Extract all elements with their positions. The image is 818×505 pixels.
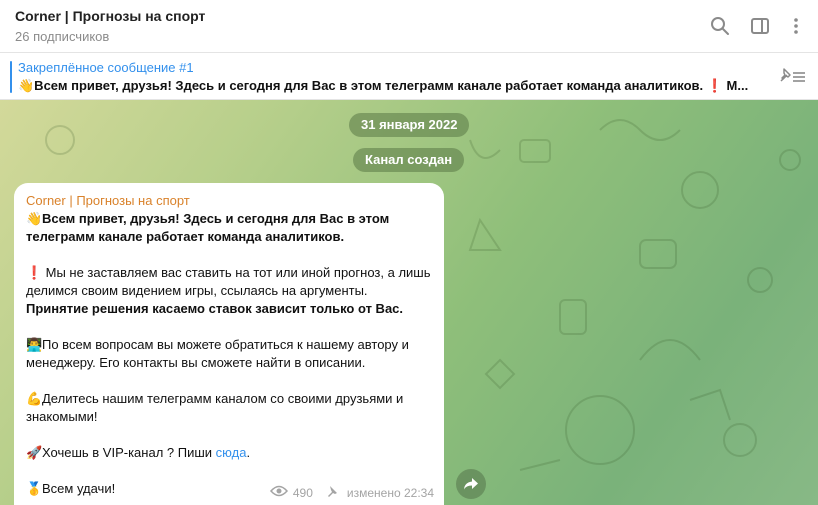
message-paragraph: Всем удачи! xyxy=(42,481,116,496)
pinned-title: Закреплённое сообщение #1 xyxy=(18,60,194,75)
message-bubble[interactable]: Corner | Прогнозы на спорт 👋Всем привет,… xyxy=(14,183,444,505)
message-paragraph: По всем вопросам вы можете обратиться к … xyxy=(26,337,409,370)
message-paragraph: Мы не заставляем вас ставить на тот или … xyxy=(26,265,431,298)
share-arrow-icon[interactable] xyxy=(456,469,486,499)
rocket-emoji: 🚀 xyxy=(26,445,43,460)
message-bold-line: Принятие решения касаемо ставок зависит … xyxy=(26,301,404,316)
message-paragraph: Делитесь нашим телеграмм каналом со свои… xyxy=(26,391,404,424)
pinned-message-bar[interactable]: Закреплённое сообщение #1 👋Всем привет, … xyxy=(0,53,818,100)
views-icon xyxy=(269,485,288,500)
date-separator: 31 января 2022 xyxy=(349,113,470,137)
pinned-preview: 👋Всем привет, друзья! Здесь и сегодня дл… xyxy=(18,78,749,93)
channel-title[interactable]: Corner | Прогнозы на спорт xyxy=(15,8,205,24)
message-paragraph: Хочешь в VIP-канал ? Пиши xyxy=(42,445,216,460)
pin-icon xyxy=(326,485,338,500)
edited-timestamp: изменено 22:34 xyxy=(346,485,434,500)
message-paragraph: Всем привет, друзья! Здесь и сегодня для… xyxy=(26,211,390,244)
wave-emoji: 👋 xyxy=(26,211,43,226)
message-text: 👋Всем привет, друзья! Здесь и сегодня дл… xyxy=(26,210,432,498)
search-icon[interactable] xyxy=(707,13,733,39)
chat-header: Corner | Прогнозы на спорт 26 подписчико… xyxy=(0,0,818,53)
service-message: Канал создан xyxy=(353,148,465,172)
message-period: . xyxy=(246,445,251,460)
message-meta: 490 изменено 22:34 xyxy=(269,485,434,500)
pinned-accent-line xyxy=(10,61,12,93)
vip-link[interactable]: сюда xyxy=(216,445,247,460)
sidebar-toggle-icon[interactable] xyxy=(747,13,773,39)
message-author[interactable]: Corner | Прогнозы на спорт xyxy=(26,193,432,208)
unpin-list-icon[interactable] xyxy=(778,64,808,88)
subscriber-count: 26 подписчиков xyxy=(15,29,110,44)
flexed-biceps-emoji: 💪 xyxy=(26,391,43,406)
more-vertical-icon[interactable] xyxy=(783,13,809,39)
view-count: 490 xyxy=(292,485,313,500)
exclamation-emoji: ❗ xyxy=(26,265,43,280)
chat-area[interactable]: 31 января 2022 Канал создан Corner | Про… xyxy=(0,100,818,505)
technologist-emoji: 👨‍💻 xyxy=(26,337,43,352)
gold-medal-emoji: 🥇 xyxy=(26,481,43,496)
